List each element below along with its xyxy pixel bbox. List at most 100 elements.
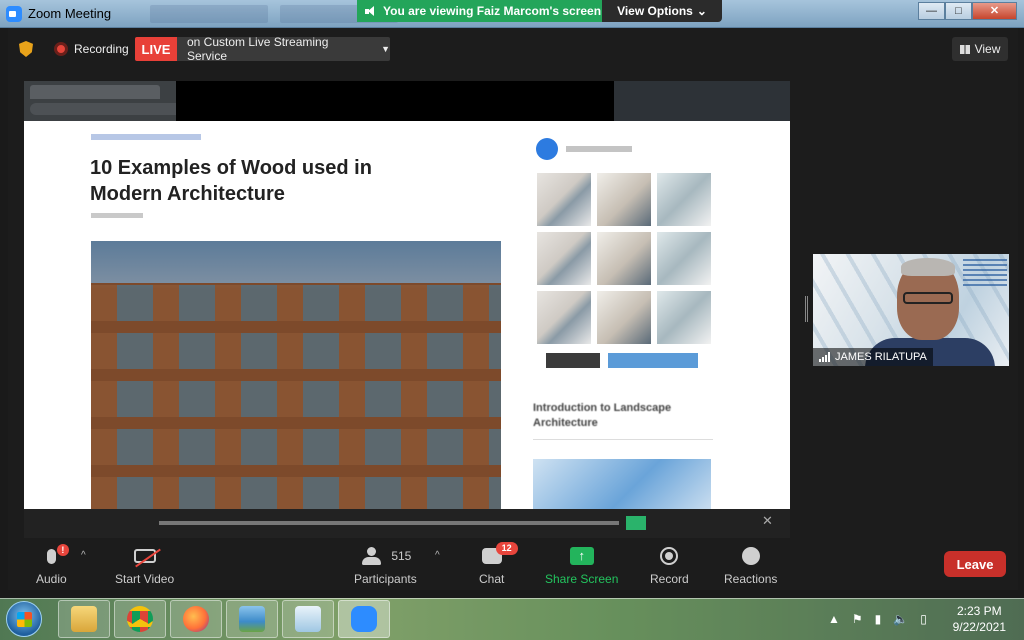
follow-button [608,353,698,368]
reactions-icon-wrap [741,542,760,570]
video-icon-wrap [133,542,161,570]
system-clock[interactable]: 2:23 PM 9/22/2021 [953,603,1006,635]
maximize-button[interactable]: □ [945,2,972,20]
meeting-top-bar: Recording LIVE on Custom Live Streaming … [8,35,1018,64]
record-icon [660,547,679,565]
chrome-icon [127,606,153,632]
view-button[interactable]: View [952,37,1008,61]
live-service-dropdown[interactable]: on Custom Live Streaming Service ▼ [177,35,390,63]
caret-down-icon: ▼ [381,44,390,54]
instagram-thumbnail [597,173,651,226]
share-screen-icon: ↑ [569,547,594,565]
close-icon: ✕ [762,513,773,528]
article-byline [91,213,143,218]
video-off-icon [133,548,161,568]
article-hero-image [91,241,501,511]
chat-icon-wrap: 12 [481,542,518,570]
zoom-app-icon [6,6,22,22]
meeting-area: Recording LIVE on Custom Live Streaming … [8,28,1018,590]
live-service-label: on Custom Live Streaming Service [187,35,329,63]
record-label: Record [650,572,689,586]
shared-webpage: 10 Examples of Wood used in Modern Archi… [24,121,790,538]
zoom-icon [351,606,377,632]
leave-button[interactable]: Leave [944,551,1006,577]
recording-label: Recording [74,42,129,56]
taskbar-chrome[interactable] [114,600,166,638]
sidebar-article-heading: Introduction to Landscape Architecture [533,402,672,429]
sidebar-divider [533,439,713,440]
shared-screen: 10 Examples of Wood used in Modern Archi… [24,81,790,538]
taskbar-zoom[interactable] [338,600,390,638]
gallery-resize-handle[interactable] [805,296,808,322]
audio-icon-wrap: ! [46,542,69,570]
instagram-thumbnail [537,173,591,226]
share-screen-button[interactable]: ↑ Share Screen [545,542,618,586]
title-bar: Zoom Meeting You are viewing Faiz Marcom… [0,0,1024,28]
network-icon[interactable]: ▮ [875,612,882,626]
security-shield-icon[interactable] [19,41,33,57]
participants-button[interactable]: 515 Participants [354,542,417,586]
taskbar-firefox[interactable] [170,600,222,638]
smiley-icon [741,547,760,565]
clock-time: 2:23 PM [956,604,1002,618]
audio-options-caret-icon[interactable]: ^ [81,550,86,561]
flag-icon[interactable]: ⚑ [852,612,863,626]
shared-browser-tab [30,85,160,99]
share-banner-text: You are viewing Faiz Marcom's screen [383,4,602,18]
hero-sky [91,241,501,285]
grid-view-icon [959,44,970,54]
start-button[interactable] [6,601,42,637]
record-button[interactable]: Record [650,542,689,586]
participant-name-tag: JAMES RILATUPA [813,348,933,366]
audio-warning-badge: ! [56,544,69,556]
instagram-grid [537,173,711,344]
minimize-button[interactable]: — [918,2,945,20]
instagram-avatar [536,138,558,160]
hero-wood-beams [91,283,501,511]
participants-count: 515 [391,549,412,563]
volume-icon[interactable]: 🔈 [893,612,908,626]
participants-label: Participants [354,572,417,586]
system-tray: ▲ ⚑ ▮ 🔈 ▯ [822,598,942,640]
chat-button[interactable]: 12 Chat [479,542,518,586]
article-category [91,134,201,140]
reactions-button[interactable]: Reactions [724,542,777,586]
instagram-thumbnail [537,291,591,344]
chat-unread-badge: 12 [495,542,518,555]
battery-icon[interactable]: ▯ [920,612,927,626]
share-icon-wrap: ↑ [569,542,594,570]
start-video-label: Start Video [115,572,175,586]
photos-icon [239,606,265,632]
close-button[interactable]: ✕ [972,2,1017,20]
cookie-ok-button [626,516,646,530]
record-icon-wrap [660,542,679,570]
chat-label: Chat [479,572,505,586]
participants-icon [359,547,385,565]
participant-name: JAMES RILATUPA [835,351,927,363]
view-options-button[interactable]: View Options ⌄ [602,0,722,22]
taskbar-notepad[interactable] [282,600,334,638]
signal-strength-icon [819,352,830,362]
instagram-handle [566,146,632,152]
instagram-thumbnail [597,232,651,285]
participant-glasses [903,292,953,304]
meeting-controls: ! Audio ^ Start Video 515 Participants ^… [8,538,1018,590]
live-badge[interactable]: LIVE [135,37,177,61]
audio-button[interactable]: ! Audio [36,542,69,586]
view-label: View [974,42,1001,56]
participant-hair [901,258,955,276]
instagram-thumbnail [657,173,711,226]
viewing-share-banner: You are viewing Faiz Marcom's screen [357,0,602,22]
instagram-thumbnail [597,291,651,344]
background-tab[interactable] [150,5,268,23]
shared-address-bar [30,103,190,115]
participants-options-caret-icon[interactable]: ^ [435,550,440,561]
taskbar-explorer[interactable] [58,600,110,638]
cookie-notice-text [159,521,619,525]
start-video-button[interactable]: Start Video [115,542,174,586]
tray-overflow-icon[interactable]: ▲ [828,612,840,626]
share-screen-label: Share Screen [545,572,619,586]
taskbar-photos[interactable] [226,600,278,638]
load-more-button [546,353,600,368]
participant-video-tile[interactable]: JAMES RILATUPA [813,254,1009,366]
